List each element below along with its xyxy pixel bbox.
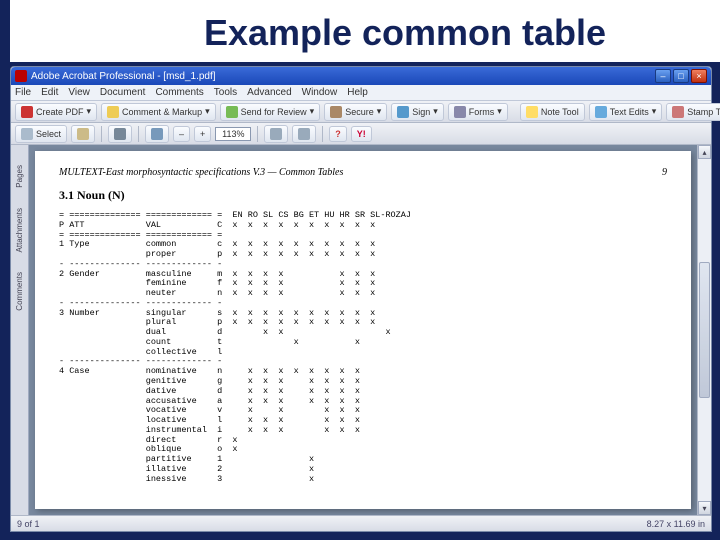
close-button[interactable]: × xyxy=(691,69,707,83)
stamp-tool-button[interactable]: Stamp Tool ▾ xyxy=(666,103,720,121)
snapshot-button[interactable] xyxy=(108,125,132,143)
menu-window[interactable]: Window xyxy=(302,87,338,98)
zoom-out-button[interactable]: – xyxy=(173,126,190,142)
slide-title: Example common table xyxy=(10,0,720,62)
select-tool-button[interactable]: Select xyxy=(15,125,67,143)
menu-help[interactable]: Help xyxy=(347,87,368,98)
send-review-button[interactable]: Send for Review ▾ xyxy=(220,103,321,121)
slide-title-bar: Example common table xyxy=(0,0,720,62)
stamp-icon xyxy=(672,106,684,118)
zoom-in-button[interactable] xyxy=(145,125,169,143)
width-icon xyxy=(298,128,310,140)
text-edits-button[interactable]: Text Edits ▾ xyxy=(589,103,663,121)
note-tool-button[interactable]: Note Tool xyxy=(520,103,585,121)
create-pdf-button[interactable]: Create PDF ▾ xyxy=(15,103,97,121)
tab-comments[interactable]: Comments xyxy=(15,272,24,311)
scroll-up-button[interactable]: ▴ xyxy=(698,145,711,159)
lock-icon xyxy=(330,106,342,118)
menu-comments[interactable]: Comments xyxy=(155,87,203,98)
doc-page-number: 9 xyxy=(662,167,667,178)
secure-button[interactable]: Secure ▾ xyxy=(324,103,387,121)
fit-width-button[interactable] xyxy=(292,125,316,143)
zoom-in-icon xyxy=(151,128,163,140)
tab-attachments[interactable]: Attachments xyxy=(15,208,24,252)
yahoo-icon: Y! xyxy=(357,129,366,139)
yahoo-button[interactable]: Y! xyxy=(351,126,372,142)
scroll-track[interactable] xyxy=(698,159,711,501)
hand-icon xyxy=(77,128,89,140)
pen-icon xyxy=(397,106,409,118)
morpho-table: = ============== ============= = EN RO S… xyxy=(59,211,667,484)
menu-advanced[interactable]: Advanced xyxy=(247,87,291,98)
camera-icon xyxy=(114,128,126,140)
scroll-thumb[interactable] xyxy=(699,262,710,399)
tab-pages[interactable]: Pages xyxy=(15,165,24,188)
side-tab-strip: Pages Attachments Comments xyxy=(11,145,29,515)
pdf-icon xyxy=(21,106,33,118)
menu-document[interactable]: Document xyxy=(100,87,146,98)
section-heading: 3.1 Noun (N) xyxy=(59,188,667,203)
forms-icon xyxy=(454,106,466,118)
menu-view[interactable]: View xyxy=(68,87,90,98)
doc-header-left: MULTEXT-East morphosyntactic specificati… xyxy=(59,167,343,178)
hand-tool-button[interactable] xyxy=(71,125,95,143)
comment-markup-button[interactable]: Comment & Markup ▾ xyxy=(101,103,216,121)
scroll-down-button[interactable]: ▾ xyxy=(698,501,711,515)
statusbar: 9 of 1 8.27 x 11.69 in xyxy=(11,515,711,531)
menubar: File Edit View Document Comments Tools A… xyxy=(11,85,711,101)
note-icon xyxy=(526,106,538,118)
document-viewport[interactable]: MULTEXT-East morphosyntactic specificati… xyxy=(29,145,697,515)
forms-button[interactable]: Forms ▾ xyxy=(448,103,508,121)
help-icon: ? xyxy=(335,129,341,139)
page-icon xyxy=(270,128,282,140)
acrobat-window: Adobe Acrobat Professional - [msd_1.pdf]… xyxy=(10,66,712,532)
fit-page-button[interactable] xyxy=(264,125,288,143)
toolbar-row-2: Select – + 113% ? Y! xyxy=(11,123,711,145)
toolbar-row-1: Create PDF ▾ Comment & Markup ▾ Send for… xyxy=(11,101,711,123)
zoom-plus-button[interactable]: + xyxy=(194,126,211,142)
menu-edit[interactable]: Edit xyxy=(41,87,58,98)
text-icon xyxy=(595,106,607,118)
zoom-field[interactable]: 113% xyxy=(215,127,251,141)
menu-file[interactable]: File xyxy=(15,87,31,98)
maximize-button[interactable]: □ xyxy=(673,69,689,83)
titlebar: Adobe Acrobat Professional - [msd_1.pdf]… xyxy=(11,67,711,85)
menu-tools[interactable]: Tools xyxy=(214,87,237,98)
content-area: Pages Attachments Comments MULTEXT-East … xyxy=(11,145,711,515)
vertical-scrollbar[interactable]: ▴ ▾ xyxy=(697,145,711,515)
pdf-page: MULTEXT-East morphosyntactic specificati… xyxy=(35,151,691,509)
comment-icon xyxy=(107,106,119,118)
app-icon xyxy=(15,70,27,82)
page-indicator: 9 of 1 xyxy=(17,519,40,529)
mail-icon xyxy=(226,106,238,118)
sign-button[interactable]: Sign ▾ xyxy=(391,103,444,121)
help-button[interactable]: ? xyxy=(329,126,347,142)
cursor-icon xyxy=(21,128,33,140)
window-title: Adobe Acrobat Professional - [msd_1.pdf] xyxy=(31,71,216,82)
page-size: 8.27 x 11.69 in xyxy=(647,519,705,529)
minimize-button[interactable]: – xyxy=(655,69,671,83)
